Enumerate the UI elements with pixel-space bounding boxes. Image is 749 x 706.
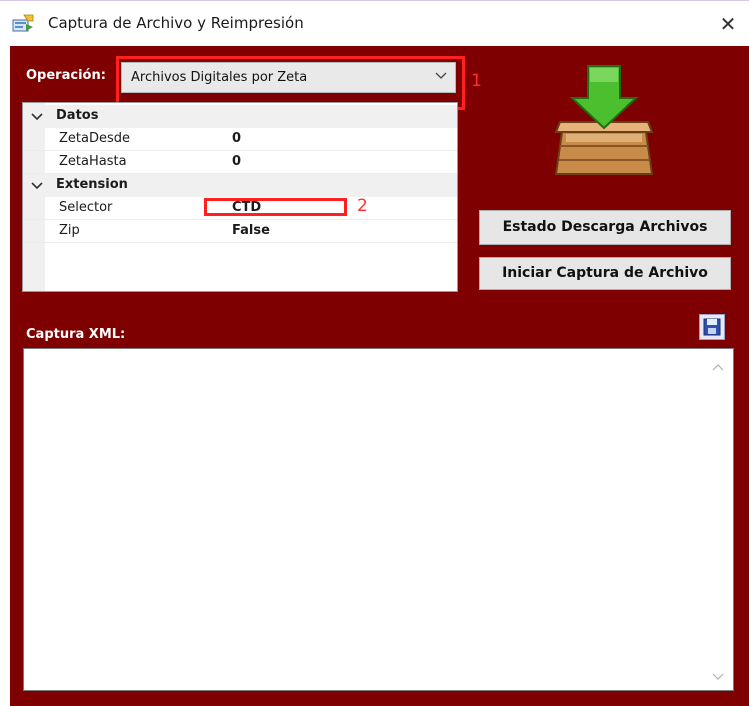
download-box-icon — [554, 65, 654, 175]
grid-row-selector[interactable]: Selector CTD — [23, 197, 457, 220]
annotation-number-1: 1 — [471, 71, 482, 91]
selector-value[interactable]: CTD — [232, 200, 261, 215]
save-icon — [703, 318, 721, 336]
collapse-chevron-icon[interactable] — [31, 110, 43, 122]
scroll-down-icon[interactable] — [712, 672, 724, 682]
grid-row-zetahasta[interactable]: ZetaHasta 0 — [23, 151, 457, 174]
property-value[interactable]: 0 — [232, 131, 241, 146]
property-name: ZetaDesde — [59, 131, 130, 146]
scroll-up-icon[interactable] — [712, 362, 724, 372]
xml-label: Captura XML: — [26, 327, 126, 342]
property-name: ZetaHasta — [59, 154, 127, 169]
xml-textarea[interactable] — [23, 348, 734, 691]
operation-select-value: Archivos Digitales por Zeta — [131, 70, 308, 85]
property-value[interactable]: False — [232, 223, 270, 238]
grid-category-extension[interactable]: Extension — [23, 174, 457, 197]
app-icon — [12, 14, 34, 32]
category-name: Datos — [56, 108, 99, 123]
property-name: Zip — [59, 223, 80, 238]
property-name: Selector — [59, 200, 113, 215]
property-grid[interactable]: Datos ZetaDesde 0 ZetaHasta 0 Extension … — [22, 102, 458, 292]
main-window: Captura de Archivo y Reimpresión ✕ Opera… — [0, 0, 749, 706]
annotation-number-2: 2 — [357, 196, 368, 216]
grid-row-zetadesde[interactable]: ZetaDesde 0 — [23, 128, 457, 151]
save-button[interactable] — [699, 314, 725, 340]
chevron-down-icon — [435, 72, 447, 79]
category-name: Extension — [56, 177, 128, 192]
estado-descarga-button[interactable]: Estado Descarga Archivos — [479, 210, 731, 245]
close-button[interactable]: ✕ — [712, 9, 744, 39]
property-value[interactable]: 0 — [232, 154, 241, 169]
collapse-chevron-icon[interactable] — [31, 179, 43, 191]
grid-row-zip[interactable]: Zip False — [23, 220, 457, 243]
grid-category-datos[interactable]: Datos — [23, 105, 457, 128]
title-bar: Captura de Archivo y Reimpresión ✕ — [0, 0, 749, 46]
operation-label: Operación: — [26, 68, 106, 83]
window-title: Captura de Archivo y Reimpresión — [48, 14, 304, 32]
operation-select[interactable]: Archivos Digitales por Zeta — [121, 62, 456, 93]
iniciar-captura-button[interactable]: Iniciar Captura de Archivo — [479, 257, 731, 290]
